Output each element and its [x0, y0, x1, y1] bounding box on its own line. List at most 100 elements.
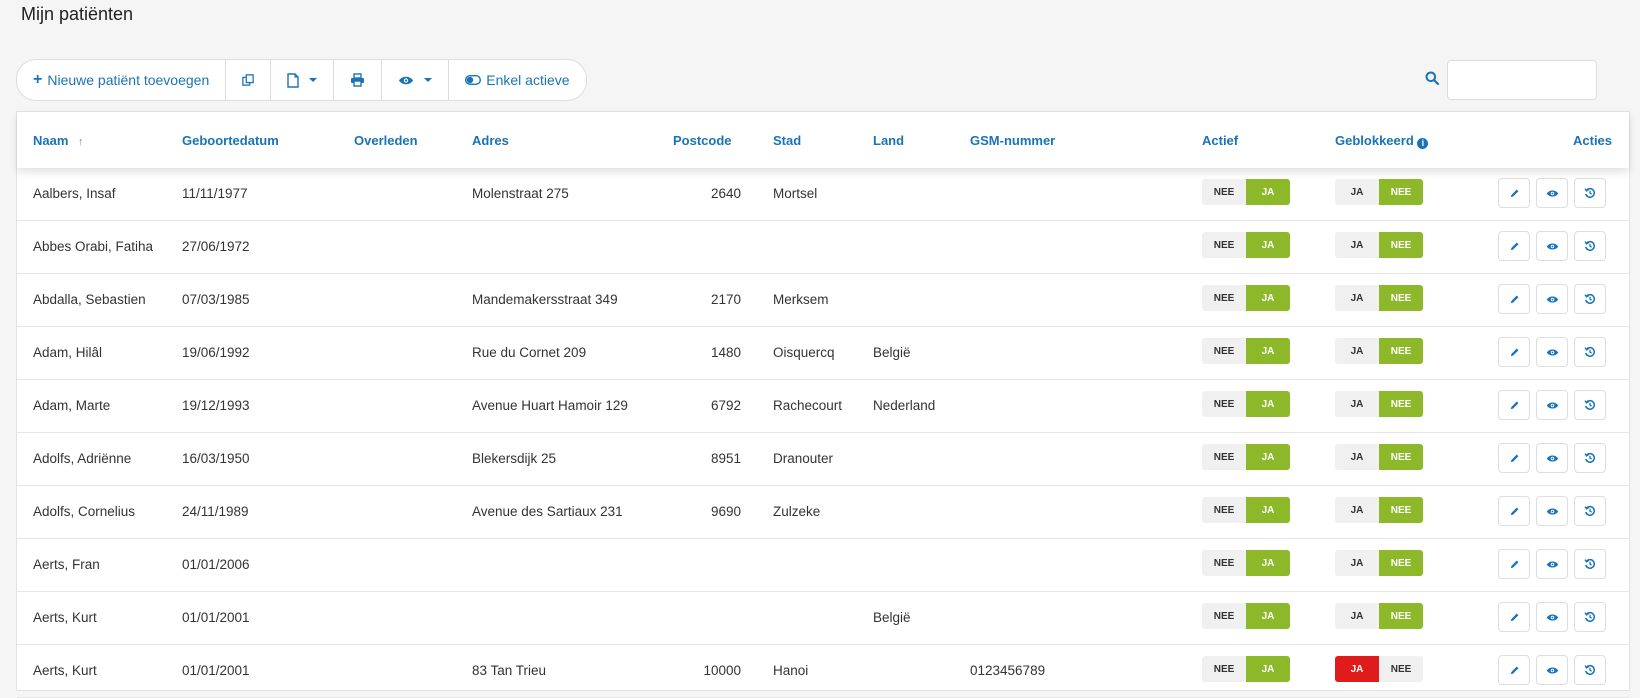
blocked-toggle[interactable]: JA NEE: [1335, 285, 1423, 311]
table-row[interactable]: Aerts, Fran 01/01/2006 NEE JA JA NEE: [17, 539, 1629, 592]
active-nee-option[interactable]: NEE: [1202, 603, 1246, 629]
active-toggle[interactable]: NEE JA: [1202, 550, 1290, 576]
blocked-nee-option[interactable]: NEE: [1379, 179, 1423, 205]
blocked-toggle[interactable]: JA NEE: [1335, 444, 1423, 470]
active-ja-option[interactable]: JA: [1246, 550, 1290, 576]
active-only-toggle[interactable]: Enkel actieve: [449, 60, 585, 100]
column-header-actief[interactable]: Actief: [1202, 133, 1238, 148]
table-row[interactable]: Adam, Hilâl 19/06/1992 Rue du Cornet 209 14…: [17, 327, 1629, 380]
blocked-nee-option[interactable]: NEE: [1379, 285, 1423, 311]
export-dropdown-button[interactable]: [271, 60, 335, 100]
blocked-nee-option[interactable]: NEE: [1379, 338, 1423, 364]
blocked-toggle[interactable]: JA NEE: [1335, 338, 1423, 364]
active-ja-option[interactable]: JA: [1246, 232, 1290, 258]
column-header-geblokkeerd[interactable]: Geblokkeerd i: [1335, 133, 1429, 149]
column-header-adres[interactable]: Adres: [472, 133, 509, 148]
history-button[interactable]: [1574, 602, 1606, 632]
active-ja-option[interactable]: JA: [1246, 179, 1290, 205]
view-button[interactable]: [1536, 178, 1568, 208]
active-ja-option[interactable]: JA: [1246, 497, 1290, 523]
history-button[interactable]: [1574, 496, 1606, 526]
blocked-ja-option[interactable]: JA: [1335, 656, 1379, 682]
active-nee-option[interactable]: NEE: [1202, 444, 1246, 470]
edit-button[interactable]: [1498, 390, 1530, 420]
active-toggle[interactable]: NEE JA: [1202, 444, 1290, 470]
active-nee-option[interactable]: NEE: [1202, 338, 1246, 364]
edit-button[interactable]: [1498, 549, 1530, 579]
blocked-toggle[interactable]: JA NEE: [1335, 550, 1423, 576]
view-button[interactable]: [1536, 549, 1568, 579]
active-toggle[interactable]: NEE JA: [1202, 179, 1290, 205]
active-toggle[interactable]: NEE JA: [1202, 232, 1290, 258]
view-button[interactable]: [1536, 496, 1568, 526]
table-row[interactable]: Aalbers, Insaf 11/11/1977 Molenstraat 275 2…: [17, 168, 1629, 221]
active-ja-option[interactable]: JA: [1246, 444, 1290, 470]
blocked-ja-option[interactable]: JA: [1335, 444, 1379, 470]
active-toggle[interactable]: NEE JA: [1202, 391, 1290, 417]
history-button[interactable]: [1574, 390, 1606, 420]
search-input[interactable]: [1447, 60, 1597, 100]
active-nee-option[interactable]: NEE: [1202, 656, 1246, 682]
edit-button[interactable]: [1498, 602, 1530, 632]
history-button[interactable]: [1574, 443, 1606, 473]
column-header-stad[interactable]: Stad: [773, 133, 801, 148]
view-button[interactable]: [1536, 602, 1568, 632]
table-row[interactable]: Aerts, Kurt 01/01/2001 83 Tan Trieu 10000 Ha…: [17, 645, 1629, 698]
active-ja-option[interactable]: JA: [1246, 656, 1290, 682]
column-header-gsm[interactable]: GSM-nummer: [970, 133, 1055, 148]
blocked-nee-option[interactable]: NEE: [1379, 656, 1423, 682]
blocked-toggle[interactable]: JA NEE: [1335, 179, 1423, 205]
print-button[interactable]: [334, 60, 383, 100]
blocked-nee-option[interactable]: NEE: [1379, 603, 1423, 629]
table-row[interactable]: Adolfs, Cornelius 24/11/1989 Avenue des Sa…: [17, 486, 1629, 539]
active-nee-option[interactable]: NEE: [1202, 497, 1246, 523]
table-row[interactable]: Abdalla, Sebastien 07/03/1985 Mandemakerss…: [17, 274, 1629, 327]
active-ja-option[interactable]: JA: [1246, 338, 1290, 364]
view-button[interactable]: [1536, 284, 1568, 314]
edit-button[interactable]: [1498, 178, 1530, 208]
blocked-ja-option[interactable]: JA: [1335, 232, 1379, 258]
active-ja-option[interactable]: JA: [1246, 603, 1290, 629]
blocked-nee-option[interactable]: NEE: [1379, 232, 1423, 258]
active-toggle[interactable]: NEE JA: [1202, 656, 1290, 682]
active-toggle[interactable]: NEE JA: [1202, 338, 1290, 364]
copy-button[interactable]: [226, 60, 272, 100]
blocked-nee-option[interactable]: NEE: [1379, 444, 1423, 470]
blocked-toggle[interactable]: JA NEE: [1335, 391, 1423, 417]
view-button[interactable]: [1536, 231, 1568, 261]
column-header-naam[interactable]: Naam ↑: [33, 133, 84, 148]
blocked-ja-option[interactable]: JA: [1335, 391, 1379, 417]
active-nee-option[interactable]: NEE: [1202, 232, 1246, 258]
active-ja-option[interactable]: JA: [1246, 391, 1290, 417]
active-toggle[interactable]: NEE JA: [1202, 285, 1290, 311]
blocked-nee-option[interactable]: NEE: [1379, 497, 1423, 523]
blocked-ja-option[interactable]: JA: [1335, 179, 1379, 205]
table-row[interactable]: Abbes Orabi, Fatiha 27/06/1972 NEE JA JA …: [17, 221, 1629, 274]
blocked-ja-option[interactable]: JA: [1335, 285, 1379, 311]
history-button[interactable]: [1574, 231, 1606, 261]
edit-button[interactable]: [1498, 496, 1530, 526]
active-ja-option[interactable]: JA: [1246, 285, 1290, 311]
add-patient-button[interactable]: + Nieuwe patiënt toevoegen: [17, 60, 227, 100]
view-button[interactable]: [1536, 443, 1568, 473]
active-toggle[interactable]: NEE JA: [1202, 603, 1290, 629]
column-header-land[interactable]: Land: [873, 133, 904, 148]
column-header-geboortedatum[interactable]: Geboortedatum: [182, 133, 279, 148]
edit-button[interactable]: [1498, 443, 1530, 473]
blocked-toggle[interactable]: JA NEE: [1335, 497, 1423, 523]
active-nee-option[interactable]: NEE: [1202, 179, 1246, 205]
active-nee-option[interactable]: NEE: [1202, 391, 1246, 417]
view-button[interactable]: [1536, 337, 1568, 367]
blocked-toggle[interactable]: JA NEE: [1335, 603, 1423, 629]
active-nee-option[interactable]: NEE: [1202, 285, 1246, 311]
blocked-nee-option[interactable]: NEE: [1379, 550, 1423, 576]
blocked-ja-option[interactable]: JA: [1335, 550, 1379, 576]
active-nee-option[interactable]: NEE: [1202, 550, 1246, 576]
column-header-overleden[interactable]: Overleden: [354, 133, 418, 148]
active-toggle[interactable]: NEE JA: [1202, 497, 1290, 523]
info-icon[interactable]: i: [1417, 138, 1429, 149]
view-dropdown-button[interactable]: [382, 60, 450, 100]
view-button[interactable]: [1536, 655, 1568, 685]
edit-button[interactable]: [1498, 284, 1530, 314]
history-button[interactable]: [1574, 337, 1606, 367]
